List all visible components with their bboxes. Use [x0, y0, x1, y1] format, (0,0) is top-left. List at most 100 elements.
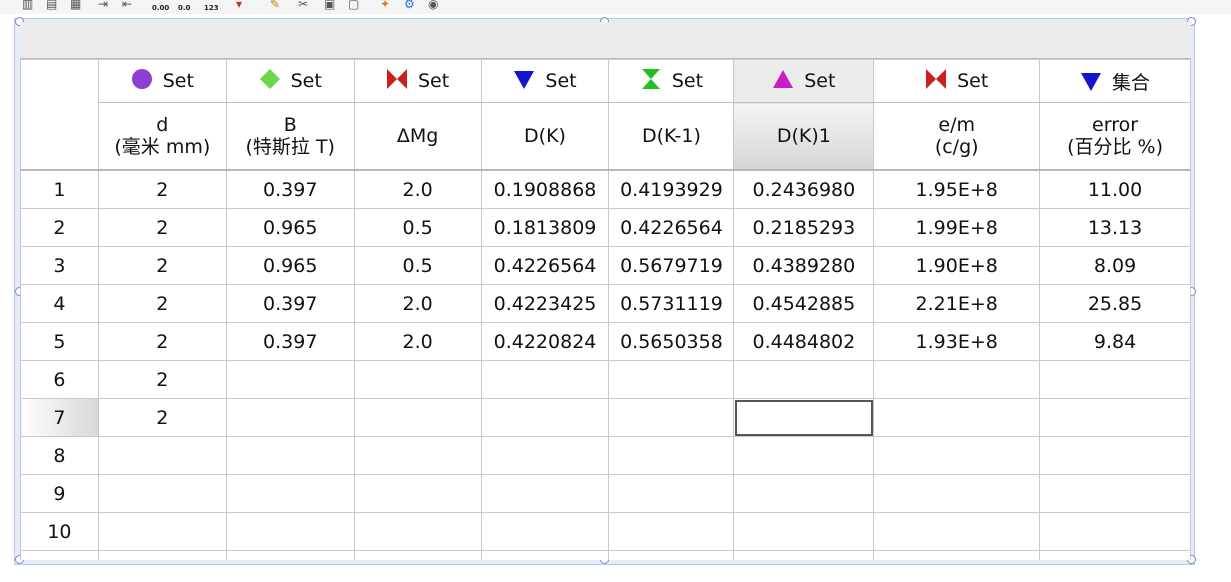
grid-cell[interactable]: 0.1813809: [480, 208, 610, 247]
grid-cell[interactable]: 9.84: [1039, 322, 1191, 361]
grid-cell[interactable]: 0.5731119: [608, 284, 735, 323]
row-header[interactable]: 2: [20, 208, 99, 247]
grid-cell[interactable]: [480, 474, 610, 513]
column-name-header[interactable]: error (百分比 %): [1039, 102, 1191, 171]
grid-cell[interactable]: [225, 360, 355, 399]
grid-cell[interactable]: [225, 512, 355, 551]
grid-cell[interactable]: 2: [97, 398, 227, 437]
grid-cell[interactable]: [480, 550, 610, 560]
formula-icon[interactable]: ▾: [236, 0, 242, 11]
grid-cell[interactable]: [225, 474, 355, 513]
grid-cell[interactable]: 2: [97, 246, 227, 285]
grid-cell[interactable]: 0.4223425: [480, 284, 610, 323]
grid-cell[interactable]: 1.90E+8: [873, 246, 1041, 285]
grid-cell[interactable]: [225, 398, 355, 437]
grid-cell[interactable]: 2: [97, 208, 227, 247]
grid-cell[interactable]: [1039, 360, 1191, 399]
grid-cell[interactable]: [1039, 474, 1191, 513]
grid-cell[interactable]: [608, 512, 735, 551]
grid-cell[interactable]: [97, 474, 227, 513]
column-name-header[interactable]: D(K)1: [733, 102, 875, 171]
eye-icon[interactable]: ◉: [428, 0, 438, 11]
row-icon[interactable]: ▤: [46, 0, 57, 11]
grid-cell[interactable]: 25.85: [1039, 284, 1191, 323]
column-set-header[interactable]: Set: [733, 59, 875, 103]
grid-cell[interactable]: [873, 474, 1041, 513]
grid-cell[interactable]: [873, 398, 1041, 437]
grid-cell[interactable]: [1039, 512, 1191, 551]
grid-cell[interactable]: 0.5: [353, 208, 482, 247]
row-header[interactable]: 1: [20, 169, 99, 209]
grid-cell[interactable]: 8.09: [1039, 246, 1191, 285]
grid-cell[interactable]: [353, 474, 482, 513]
grid-cell[interactable]: 2.0: [353, 169, 482, 209]
column-set-header[interactable]: Set: [873, 59, 1041, 103]
grid-cell[interactable]: 0.4542885: [733, 284, 875, 323]
grid-cell[interactable]: 2.0: [353, 284, 482, 323]
grid-cell[interactable]: [480, 512, 610, 551]
grid-cell[interactable]: 0.2185293: [733, 208, 875, 247]
grid-cell[interactable]: [225, 550, 355, 560]
grid-cell[interactable]: [480, 398, 610, 437]
grid-cell[interactable]: 0.4484802: [733, 322, 875, 361]
grid-cell[interactable]: [1039, 398, 1191, 437]
grid-cell[interactable]: [353, 550, 482, 560]
grid-cell[interactable]: 0.5: [353, 246, 482, 285]
grid-cell[interactable]: 0.397: [225, 322, 355, 361]
edit-icon[interactable]: ✎: [270, 0, 280, 11]
row-header[interactable]: 10: [20, 512, 99, 551]
grid-cell[interactable]: [353, 436, 482, 475]
number-format-icon[interactable]: 123: [204, 1, 219, 14]
decrease-decimal-icon[interactable]: 0.00: [152, 1, 169, 14]
grid-cell[interactable]: [1039, 436, 1191, 475]
grid-cell[interactable]: 0.965: [225, 208, 355, 247]
grid-cell[interactable]: [1039, 550, 1191, 560]
grid-cell[interactable]: [97, 436, 227, 475]
outdent-icon[interactable]: ⇤: [122, 0, 132, 11]
grid-cell[interactable]: 2: [97, 169, 227, 209]
column-name-header[interactable]: d (毫米 mm): [97, 102, 227, 171]
row-header[interactable]: 6: [20, 360, 99, 399]
grid-cell[interactable]: [733, 550, 875, 560]
grid-cell[interactable]: [353, 512, 482, 551]
grid-cell[interactable]: [353, 360, 482, 399]
grid-cell[interactable]: [873, 436, 1041, 475]
grid-cell[interactable]: 0.4389280: [733, 246, 875, 285]
row-header[interactable]: 5: [20, 322, 99, 361]
column-icon[interactable]: ▥: [22, 0, 33, 11]
column-set-header[interactable]: Set: [608, 59, 735, 103]
paste-icon[interactable]: ▢: [348, 0, 359, 11]
grid-cell[interactable]: 0.965: [225, 246, 355, 285]
row-header[interactable]: 7: [20, 398, 99, 437]
column-name-header[interactable]: e/m (c/g): [873, 102, 1041, 171]
column-name-header[interactable]: D(K-1): [608, 102, 735, 171]
grid-cell[interactable]: [873, 550, 1041, 560]
column-name-header[interactable]: D(K): [480, 102, 610, 171]
column-name-header[interactable]: B (特斯拉 T): [225, 102, 355, 171]
grid-cell[interactable]: 2: [97, 284, 227, 323]
grid-cell[interactable]: 0.5650358: [608, 322, 735, 361]
grid-cell[interactable]: 0.397: [225, 169, 355, 209]
grid-cell[interactable]: 1.95E+8: [873, 169, 1041, 209]
grid-cell[interactable]: [97, 550, 227, 560]
grid-cell[interactable]: 0.1908868: [480, 169, 610, 209]
indent-icon[interactable]: ⇥: [98, 0, 108, 11]
grid-cell[interactable]: 0.2436980: [733, 169, 875, 209]
grid-cell[interactable]: 2: [97, 322, 227, 361]
grid-cell[interactable]: 1.93E+8: [873, 322, 1041, 361]
grid-cell[interactable]: 11.00: [1039, 169, 1191, 209]
tools-icon[interactable]: ✂: [298, 0, 308, 11]
insert-icon[interactable]: ▦: [70, 0, 81, 11]
row-header[interactable]: 3: [20, 246, 99, 285]
grid-cell[interactable]: 0.4193929: [608, 169, 735, 209]
copy-icon[interactable]: ▣: [324, 0, 335, 11]
column-set-header[interactable]: Set: [225, 59, 355, 103]
grid-cell[interactable]: [733, 474, 875, 513]
grid-cell[interactable]: 0.4226564: [480, 246, 610, 285]
grid-cell[interactable]: [353, 398, 482, 437]
column-set-header[interactable]: 集合: [1039, 59, 1191, 103]
row-header[interactable]: 8: [20, 436, 99, 475]
column-set-header[interactable]: Set: [480, 59, 610, 103]
grid-cell[interactable]: [608, 398, 735, 437]
grid-cell[interactable]: [608, 474, 735, 513]
